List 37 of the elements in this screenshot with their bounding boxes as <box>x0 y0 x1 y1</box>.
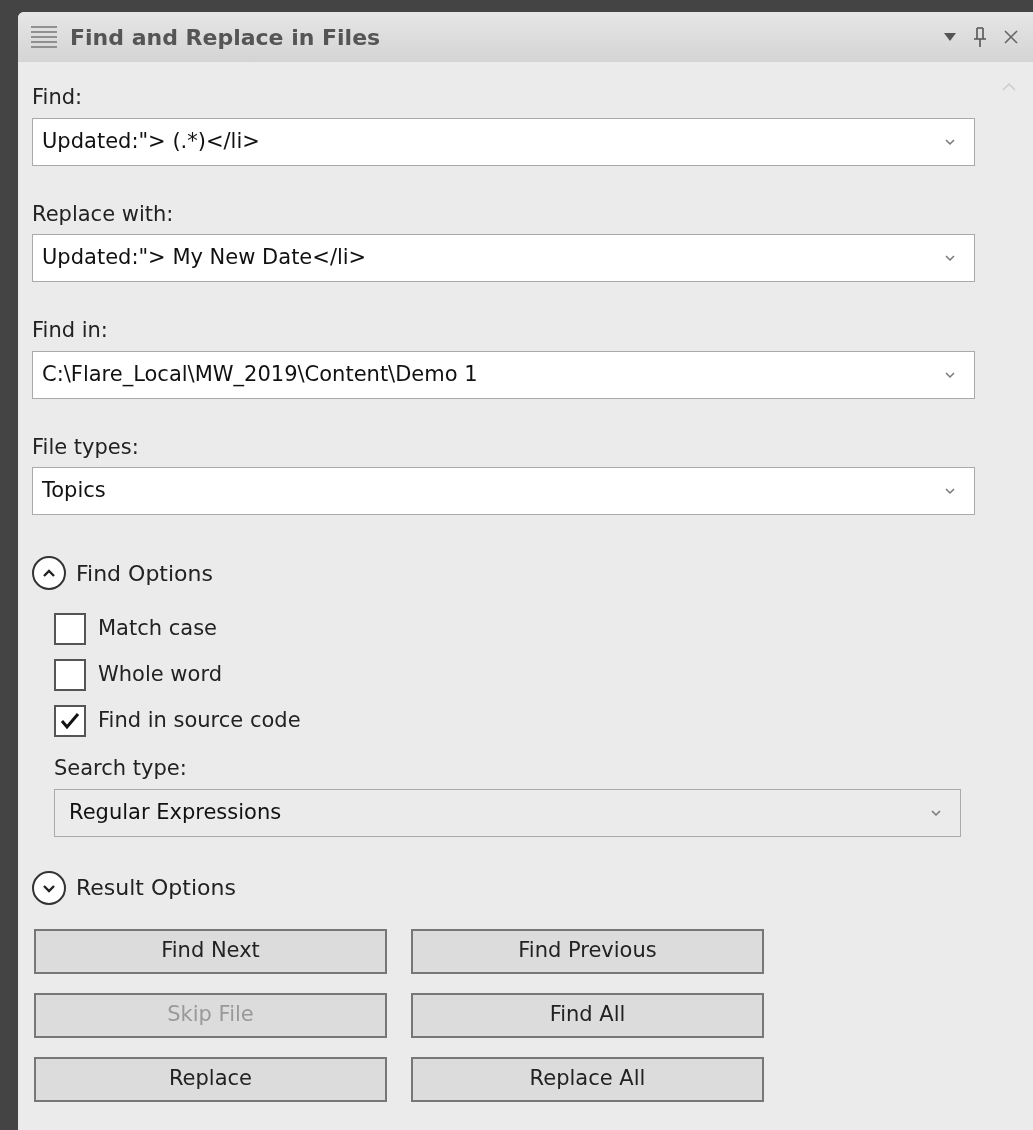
dropdown-arrow-icon[interactable] <box>943 32 957 42</box>
action-button[interactable]: Replace <box>34 1056 387 1102</box>
checkbox[interactable] <box>54 659 86 691</box>
chevron-down-icon <box>944 370 956 379</box>
field-label: Search type: <box>54 755 188 782</box>
action-button[interactable]: Find All <box>411 992 764 1038</box>
expand-toggle[interactable] <box>32 870 66 905</box>
chevron-down-icon <box>930 808 942 817</box>
close-icon[interactable] <box>1003 29 1019 45</box>
field-label: Find: <box>32 84 84 111</box>
action-button[interactable]: Find Next <box>34 928 387 974</box>
combo-field[interactable]: Topics <box>32 467 975 515</box>
action-button[interactable]: Find Previous <box>411 928 764 974</box>
checkmark-icon <box>59 711 81 731</box>
pin-icon[interactable] <box>973 26 987 48</box>
expand-toggle[interactable] <box>32 556 66 590</box>
field-label: File types: <box>32 433 140 461</box>
section-label: Result Options <box>76 874 236 902</box>
combo-field[interactable]: Updated:"> (.*)</li> <box>32 117 975 166</box>
section-label: Find Options <box>76 559 213 588</box>
chevron-down-icon <box>944 137 956 146</box>
chevron-down-icon <box>944 254 956 262</box>
panel-title: Find and Replace in Files <box>70 23 382 52</box>
checkbox[interactable] <box>54 613 86 645</box>
checkbox-label: Match case <box>98 615 218 643</box>
chevron-down-icon <box>42 882 56 893</box>
chevron-down-icon <box>944 487 956 495</box>
field-label: Replace with: <box>32 200 175 228</box>
checkbox[interactable] <box>54 705 86 737</box>
dropdown[interactable]: Regular Expressions <box>54 788 961 837</box>
action-button[interactable]: Replace All <box>411 1056 764 1102</box>
checkbox-label: Whole word <box>98 661 222 689</box>
checkbox-label: Find in source code <box>98 707 301 735</box>
field-label: Find in: <box>32 317 109 344</box>
combo-field[interactable]: Updated:"> My New Date</li> <box>32 234 975 282</box>
combo-field[interactable]: C:\Flare_Local\MW_2019\Content\Demo 1 <box>32 350 975 399</box>
chevron-up-icon <box>42 568 56 578</box>
